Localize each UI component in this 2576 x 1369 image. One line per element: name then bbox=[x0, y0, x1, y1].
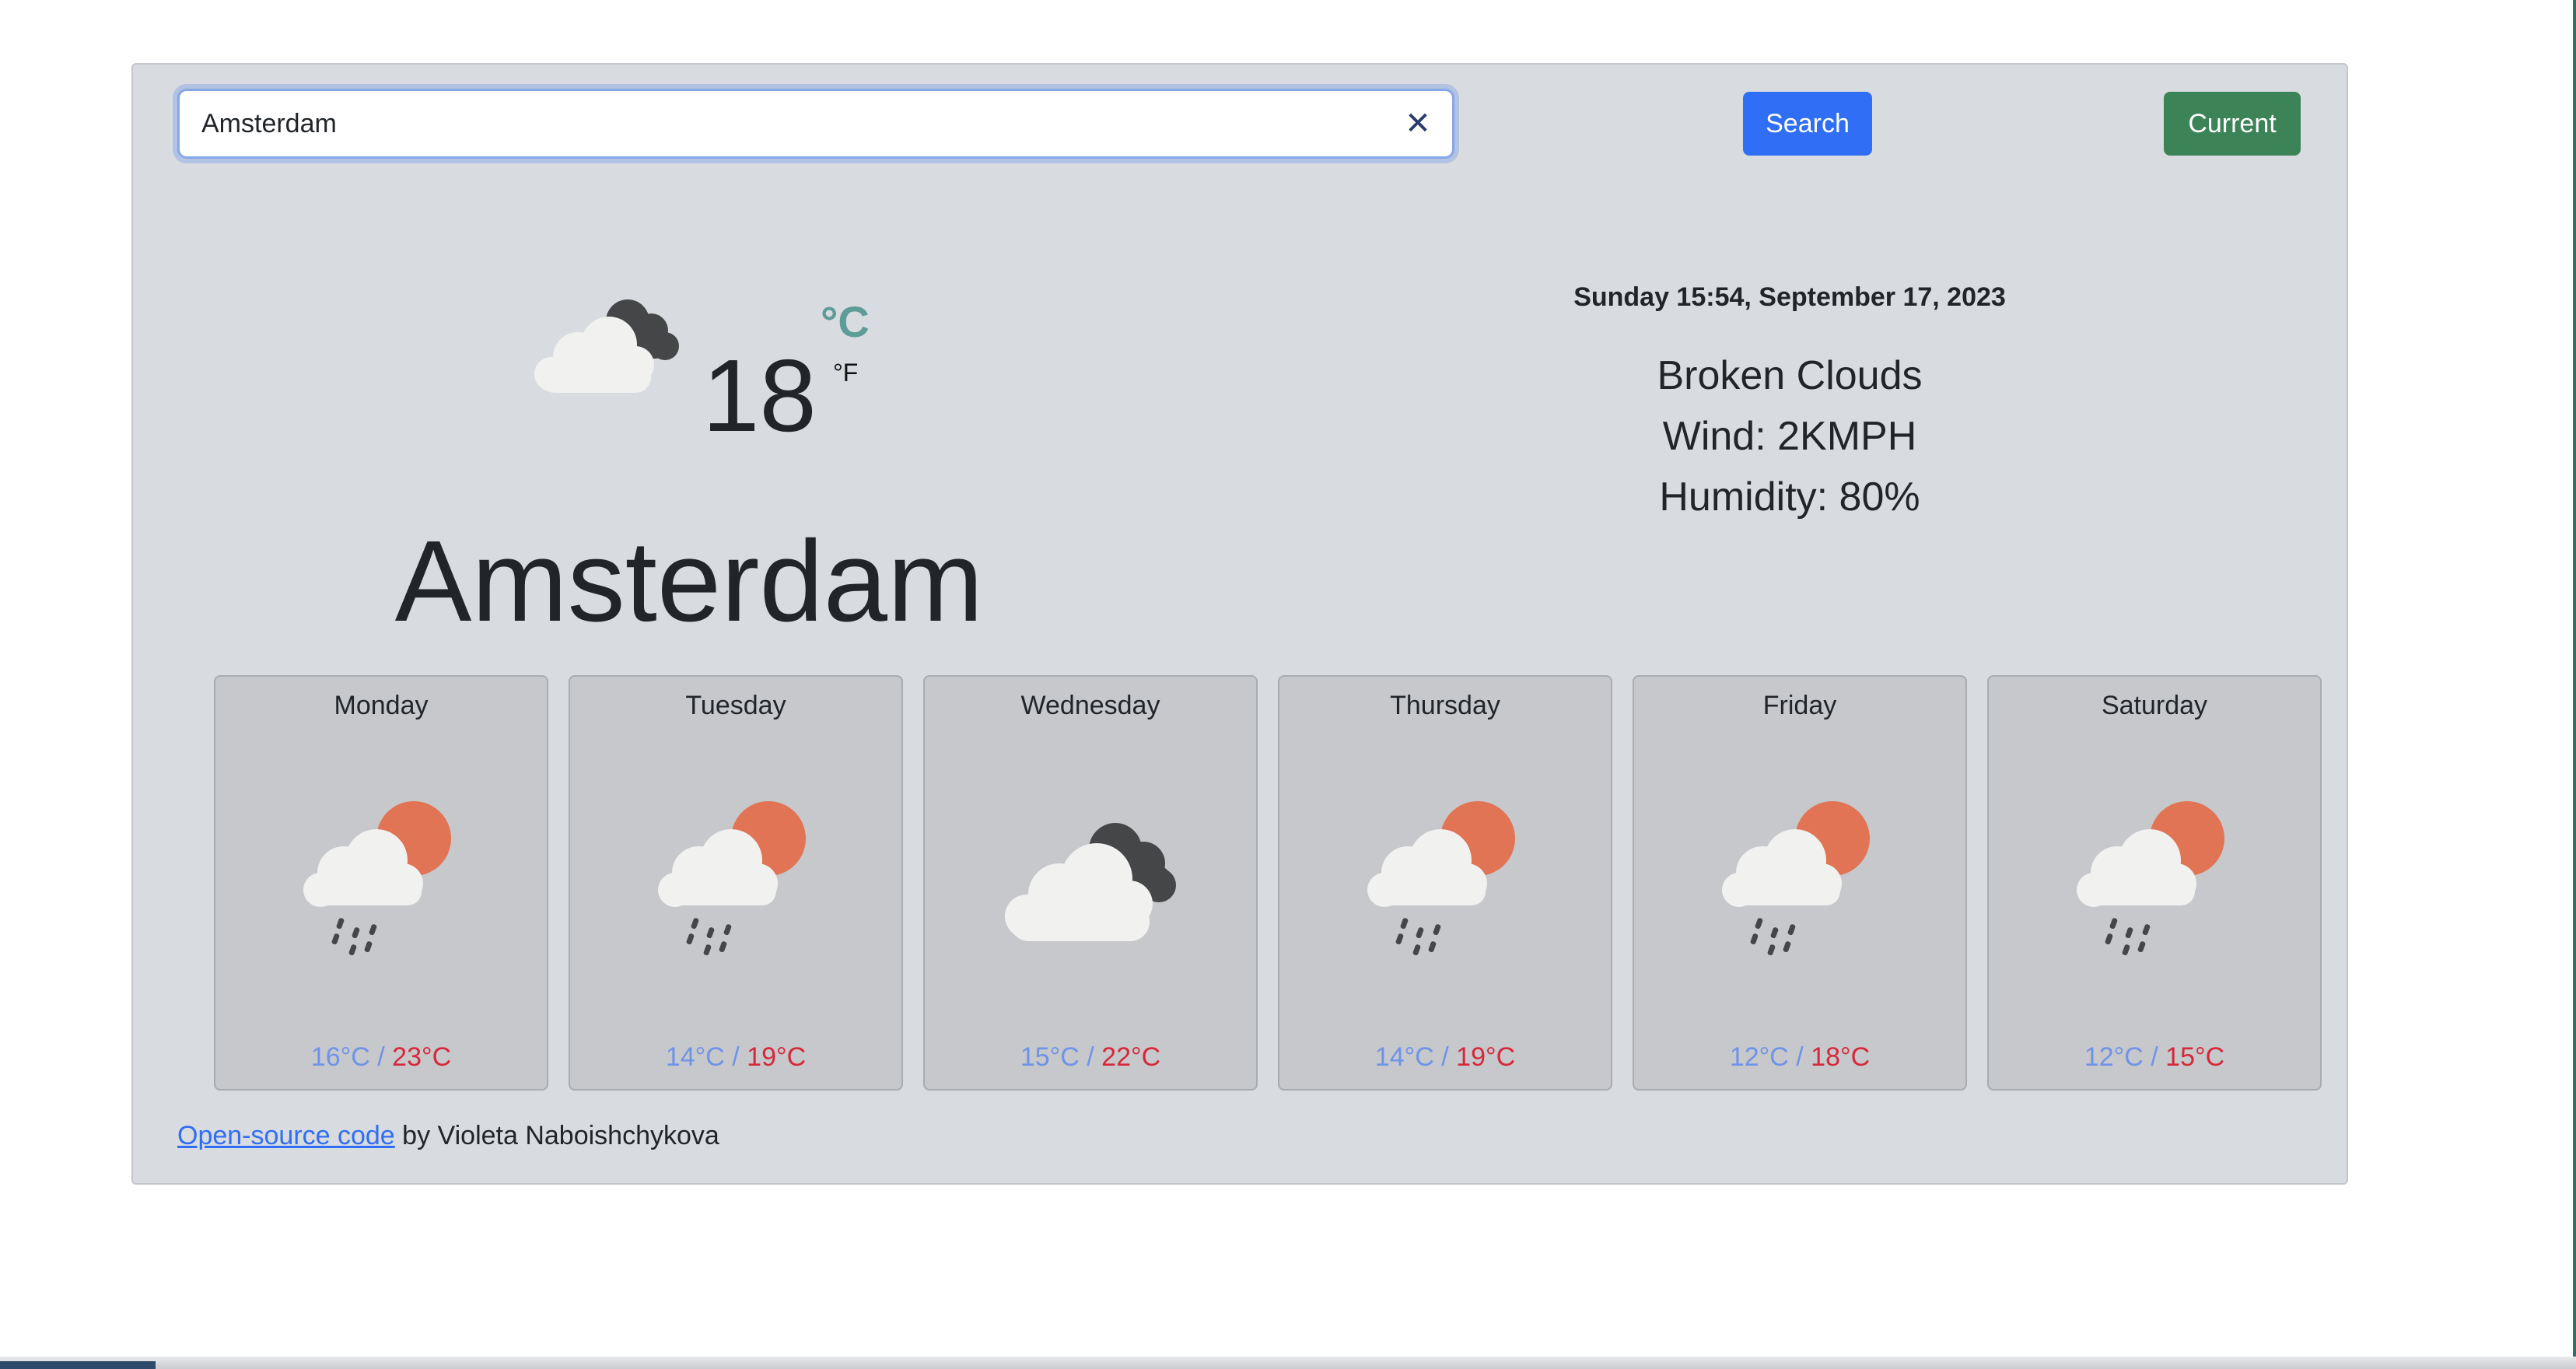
city-name: Amsterdam bbox=[394, 517, 984, 646]
max-temperature: 23°C bbox=[392, 1042, 452, 1072]
footer: Open-source code by Violeta Naboishchyko… bbox=[177, 1121, 719, 1151]
forecast-day-card: Friday 12°C / 18°C bbox=[1633, 675, 1967, 1091]
humidity: Humidity: 80% bbox=[1659, 474, 1920, 520]
temp-separator: / bbox=[1441, 1042, 1449, 1072]
forecast-day-card: Wednesday 15°C / 22°C bbox=[923, 675, 1258, 1091]
forecast-day-name: Wednesday bbox=[1020, 691, 1160, 720]
search-button[interactable]: Search bbox=[1743, 92, 1872, 156]
max-temperature: 15°C bbox=[2165, 1042, 2225, 1072]
broken-clouds-icon bbox=[534, 299, 679, 393]
author-credit: by Violeta Naboishchykova bbox=[394, 1121, 719, 1150]
max-temperature: 19°C bbox=[1456, 1042, 1516, 1072]
temp-separator: / bbox=[732, 1042, 740, 1072]
fahrenheit-toggle[interactable]: °F bbox=[833, 359, 858, 387]
weather-app-card: ✕ Search Current 18 °C °F Amsterdam Sund… bbox=[131, 63, 2348, 1185]
window-edge bbox=[2573, 0, 2576, 1369]
forecast-day-card: Thursday 14°C / 19°C bbox=[1278, 675, 1612, 1091]
rain-sun-icon bbox=[2077, 801, 2224, 956]
forecast-day-card: Tuesday 14°C / 19°C bbox=[569, 675, 903, 1091]
max-temperature: 18°C bbox=[1811, 1042, 1871, 1072]
min-temperature: 12°C bbox=[2084, 1042, 2144, 1072]
temp-separator: / bbox=[1087, 1042, 1094, 1072]
search-input[interactable] bbox=[180, 91, 1452, 156]
forecast-temperatures: 15°C / 22°C bbox=[925, 1042, 1256, 1073]
rain-sun-icon bbox=[1367, 801, 1515, 956]
rain-sun-icon bbox=[658, 801, 806, 956]
forecast-day-name: Thursday bbox=[1390, 691, 1500, 720]
current-temperature: 18 bbox=[702, 338, 817, 453]
rain-sun-icon bbox=[303, 801, 451, 956]
source-code-link[interactable]: Open-source code bbox=[177, 1121, 395, 1150]
forecast-temperatures: 12°C / 15°C bbox=[1989, 1042, 2320, 1073]
forecast-row: Monday 16°C / 23°C Tuesday 14°C / 19°C W… bbox=[214, 675, 2322, 1091]
temp-separator: / bbox=[1796, 1042, 1804, 1072]
temp-separator: / bbox=[2151, 1042, 2158, 1072]
forecast-temperatures: 16°C / 23°C bbox=[215, 1042, 547, 1073]
weather-condition: Broken Clouds bbox=[1657, 353, 1923, 398]
forecast-temperatures: 14°C / 19°C bbox=[1279, 1042, 1611, 1073]
broken-clouds-icon bbox=[1005, 823, 1176, 941]
forecast-temperatures: 14°C / 19°C bbox=[570, 1042, 901, 1073]
max-temperature: 19°C bbox=[747, 1042, 807, 1072]
min-temperature: 15°C bbox=[1020, 1042, 1080, 1072]
forecast-temperatures: 12°C / 18°C bbox=[1634, 1042, 1965, 1073]
min-temperature: 12°C bbox=[1729, 1042, 1789, 1072]
current-datetime: Sunday 15:54, September 17, 2023 bbox=[1573, 282, 2006, 312]
temp-separator: / bbox=[377, 1042, 385, 1072]
forecast-day-name: Tuesday bbox=[685, 691, 786, 720]
max-temperature: 22°C bbox=[1101, 1042, 1161, 1072]
rain-sun-icon bbox=[1722, 801, 1870, 956]
celsius-toggle[interactable]: °C bbox=[821, 296, 870, 347]
current-location-button[interactable]: Current bbox=[2164, 92, 2301, 156]
taskbar-strip bbox=[0, 1357, 2576, 1369]
wind-speed: Wind: 2KMPH bbox=[1662, 414, 1917, 459]
forecast-day-name: Monday bbox=[334, 691, 429, 720]
min-temperature: 16°C bbox=[310, 1042, 370, 1072]
min-temperature: 14°C bbox=[665, 1042, 725, 1072]
forecast-day-card: Monday 16°C / 23°C bbox=[214, 675, 548, 1091]
forecast-day-card: Saturday 12°C / 15°C bbox=[1987, 675, 2322, 1091]
forecast-day-name: Saturday bbox=[2101, 691, 2208, 720]
close-icon[interactable]: ✕ bbox=[1402, 107, 1433, 141]
min-temperature: 14°C bbox=[1374, 1042, 1434, 1072]
forecast-day-name: Friday bbox=[1762, 691, 1837, 720]
search-box: ✕ bbox=[177, 89, 1454, 159]
